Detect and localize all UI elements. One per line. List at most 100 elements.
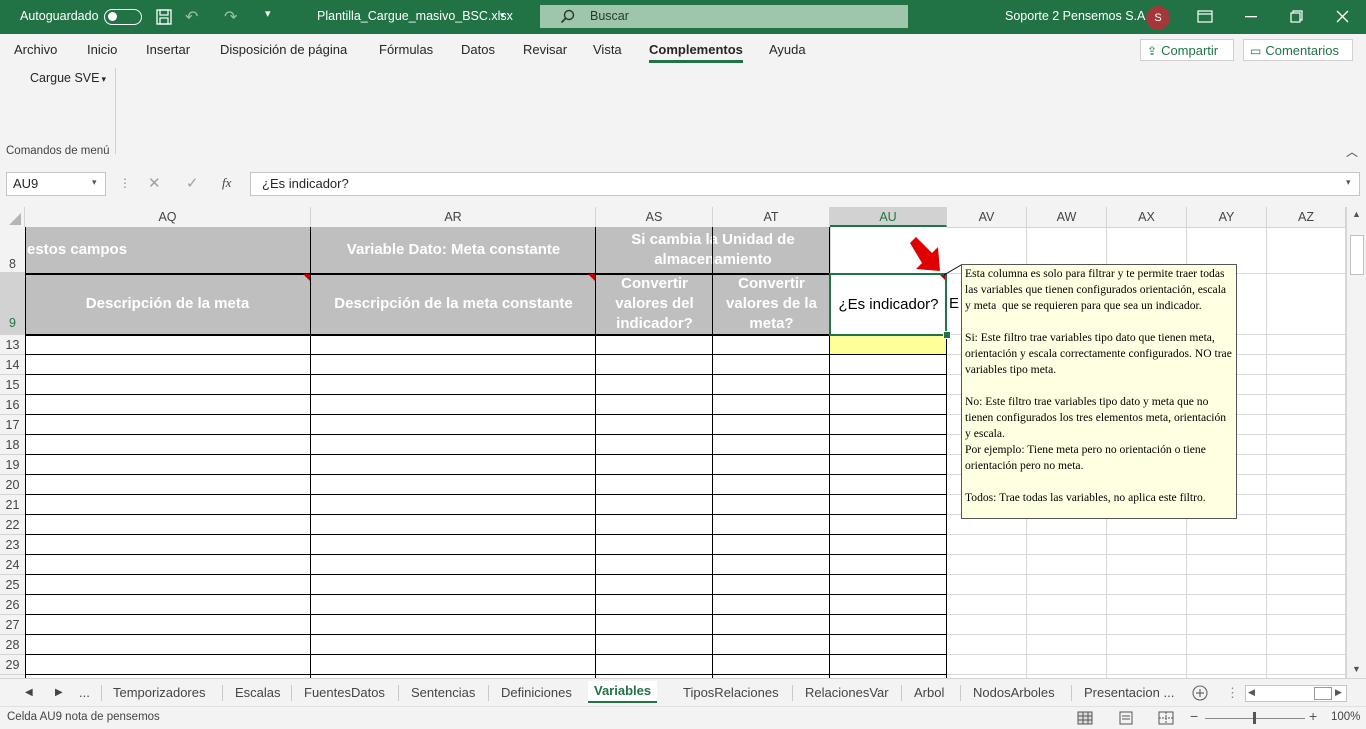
- ribbon-display-options-icon[interactable]: [1197, 10, 1213, 23]
- sheet-tab-variables[interactable]: Variables: [588, 681, 658, 703]
- row-header-19[interactable]: 19: [0, 455, 25, 475]
- row-header-28[interactable]: 28: [0, 635, 25, 655]
- cell-as9[interactable]: Convertir valores del indicador?: [596, 274, 713, 334]
- tab-archivo[interactable]: Archivo: [14, 42, 57, 57]
- normal-view-icon[interactable]: [1077, 711, 1093, 725]
- add-sheet-icon[interactable]: [1192, 685, 1208, 701]
- name-box-dropdown-icon[interactable]: ▾: [92, 177, 97, 188]
- autosave-toggle[interactable]: [104, 9, 142, 25]
- zoom-slider-thumb[interactable]: [1253, 712, 1256, 724]
- sheet-tab-relacionesvar[interactable]: RelacionesVar: [805, 683, 889, 703]
- scroll-thumb[interactable]: [1350, 235, 1364, 275]
- search-box[interactable]: Buscar: [540, 5, 908, 28]
- cell-at9[interactable]: Convertir valores de la meta?: [713, 274, 830, 334]
- comments-button[interactable]: ▭ Comentarios: [1243, 39, 1353, 61]
- row-header-15[interactable]: 15: [0, 375, 25, 395]
- h-scroll-thumb[interactable]: [1314, 687, 1332, 700]
- row-header-26[interactable]: 26: [0, 595, 25, 615]
- minimize-icon[interactable]: [1245, 16, 1257, 18]
- row-header-24[interactable]: 24: [0, 555, 25, 575]
- avatar[interactable]: S: [1146, 6, 1170, 30]
- sheet-tab-sentencias[interactable]: Sentencias: [411, 683, 475, 703]
- sheet-tab-definiciones[interactable]: Definiciones: [501, 683, 572, 703]
- sheet-tab-arbol[interactable]: Arbol: [914, 683, 944, 703]
- cell-as8-merged[interactable]: Si cambia la Unidad de almacenamiento: [596, 227, 830, 273]
- tab-revisar[interactable]: Revisar: [523, 42, 567, 57]
- column-header-av[interactable]: AV: [947, 207, 1027, 227]
- row-header-8[interactable]: 8: [0, 227, 25, 273]
- tab-vista[interactable]: Vista: [593, 42, 622, 57]
- file-name[interactable]: Plantilla_Cargue_masivo_BSC.xlsx: [317, 9, 513, 23]
- page-break-view-icon[interactable]: [1158, 711, 1174, 725]
- cell-aq8[interactable]: estos campos: [25, 227, 310, 273]
- cell-ar8[interactable]: Variable Dato: Meta constante: [311, 227, 596, 273]
- row-header-22[interactable]: 22: [0, 515, 25, 535]
- share-button[interactable]: ⇪ Compartir: [1140, 39, 1234, 61]
- close-icon[interactable]: [1336, 10, 1349, 23]
- column-header-aq[interactable]: AQ: [25, 207, 311, 227]
- zoom-level[interactable]: 100%: [1331, 711, 1360, 723]
- tab-inicio[interactable]: Inicio: [87, 42, 117, 57]
- cancel-icon[interactable]: ✕: [148, 174, 161, 192]
- expand-formula-icon[interactable]: ▾: [1346, 177, 1351, 188]
- name-box[interactable]: AU9: [6, 172, 106, 196]
- row-header-21[interactable]: 21: [0, 495, 25, 515]
- undo-icon[interactable]: ↶: [185, 7, 198, 27]
- row-header-14[interactable]: 14: [0, 355, 25, 375]
- tab-disposicion-pagina[interactable]: Disposición de página: [220, 42, 347, 57]
- column-header-ay[interactable]: AY: [1187, 207, 1267, 227]
- cargue-sve-menu[interactable]: Cargue SVE ▾: [30, 71, 106, 85]
- row-header-27[interactable]: 27: [0, 615, 25, 635]
- row-header-13[interactable]: 13: [0, 335, 25, 355]
- filename-chevron-icon[interactable]: ▾: [500, 10, 505, 21]
- split-handle-icon[interactable]: ⋮: [1226, 683, 1239, 703]
- tab-formulas[interactable]: Fórmulas: [379, 42, 433, 57]
- formula-input[interactable]: ¿Es indicador?: [250, 172, 1360, 196]
- next-sheet-icon[interactable]: ▶: [55, 683, 63, 703]
- enter-icon[interactable]: ✓: [186, 174, 199, 192]
- collapse-ribbon-icon[interactable]: ︿: [1346, 143, 1358, 160]
- row-header-16[interactable]: 16: [0, 395, 25, 415]
- scroll-down-icon[interactable]: ▼: [1352, 664, 1361, 674]
- more-sheets-left[interactable]: ...: [79, 683, 90, 703]
- fill-handle[interactable]: [943, 331, 951, 339]
- sheet-tab-fuentesdatos[interactable]: FuentesDatos: [304, 683, 385, 703]
- cell-aq9[interactable]: Descripción de la meta: [25, 274, 310, 334]
- customize-toolbar-icon[interactable]: ▾: [265, 7, 271, 20]
- column-header-ar[interactable]: AR: [311, 207, 596, 227]
- tab-insertar[interactable]: Insertar: [146, 42, 190, 57]
- zoom-out-icon[interactable]: −: [1190, 708, 1198, 724]
- scroll-right-icon[interactable]: ▶: [1335, 687, 1342, 698]
- sheet-tab-tiposrelaciones[interactable]: TiposRelaciones: [683, 683, 779, 703]
- tab-ayuda[interactable]: Ayuda: [769, 42, 806, 57]
- cell-au13-highlight[interactable]: [830, 335, 946, 354]
- row-header-25[interactable]: 25: [0, 575, 25, 595]
- sheet-tab-escalas[interactable]: Escalas: [235, 683, 281, 703]
- row-header-18[interactable]: 18: [0, 435, 25, 455]
- column-header-as[interactable]: AS: [596, 207, 713, 227]
- scroll-left-icon[interactable]: ◀: [1248, 687, 1255, 698]
- sheet-tab-temporizadores[interactable]: Temporizadores: [113, 683, 206, 703]
- row-header-17[interactable]: 17: [0, 415, 25, 435]
- select-all-corner[interactable]: [0, 207, 25, 227]
- sheet-tab-presentacion[interactable]: Presentacion ...: [1084, 683, 1174, 703]
- zoom-in-icon[interactable]: +: [1309, 708, 1317, 724]
- insert-function-icon[interactable]: fx: [222, 175, 231, 191]
- restore-icon[interactable]: [1290, 10, 1303, 23]
- sheet-tab-nodosarboles[interactable]: NodosArboles: [973, 683, 1055, 703]
- row-header-29[interactable]: 29: [0, 655, 25, 675]
- page-layout-view-icon[interactable]: [1118, 711, 1134, 725]
- horizontal-scrollbar[interactable]: ◀ ▶: [1245, 685, 1347, 702]
- column-header-az[interactable]: AZ: [1267, 207, 1346, 227]
- column-header-at[interactable]: AT: [713, 207, 830, 227]
- user-name[interactable]: Soporte 2 Pensemos S.A.: [1005, 9, 1149, 23]
- scroll-up-icon[interactable]: ▲: [1352, 209, 1361, 219]
- cell-comment-note[interactable]: Esta columna es solo para filtrar y te p…: [961, 264, 1237, 519]
- column-header-aw[interactable]: AW: [1027, 207, 1107, 227]
- row-header-9[interactable]: 9: [0, 273, 25, 335]
- save-icon[interactable]: [156, 9, 172, 25]
- column-header-au[interactable]: AU: [830, 207, 947, 227]
- prev-sheet-icon[interactable]: ◀: [25, 683, 33, 703]
- row-header-23[interactable]: 23: [0, 535, 25, 555]
- redo-icon[interactable]: ↷: [224, 7, 237, 27]
